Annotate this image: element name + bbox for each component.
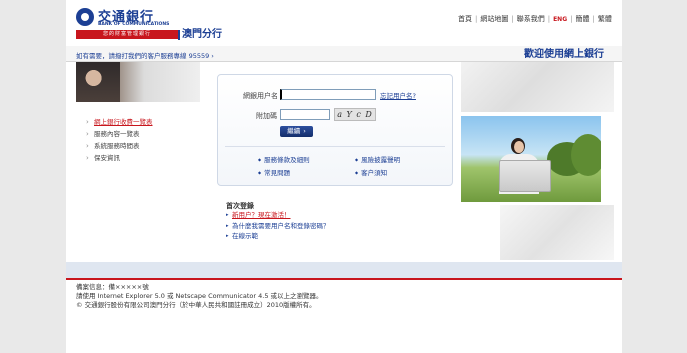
first-login-list: 新用户？現在激活！ 為什麼我需要用户名和登錄密碼？ 在線示範 — [226, 210, 330, 242]
nav-home[interactable]: 首頁 — [458, 15, 472, 23]
hotline-notice[interactable]: 如有需要，請撥打我們的客户服務專線 95559 › — [76, 50, 214, 60]
nav-separator: | — [547, 15, 551, 23]
why-password-link[interactable]: 為什麼我需要用户名和登錄密碼？ — [226, 221, 330, 232]
footer-band — [66, 262, 622, 280]
lang-simplified[interactable]: 簡體 — [575, 15, 589, 23]
panel-divider — [225, 146, 445, 147]
footer-copyright: © 交通銀行股份有限公司澳門分行（於中華人民共和國註冊成立）2010版權所有。 — [76, 301, 316, 309]
footer-browser-note: 請使用 Internet Explorer 5.0 或 Netscape Com… — [76, 292, 323, 300]
left-gutter — [0, 0, 66, 353]
lang-english[interactable]: ENG — [553, 16, 567, 23]
left-menu-services[interactable]: 服務內容一覽表 — [86, 128, 153, 140]
username-input[interactable] — [280, 89, 376, 100]
left-banner-image — [76, 62, 200, 102]
footer-text: 備案信息：備×××××號 請使用 Internet Explorer 5.0 或… — [76, 283, 323, 310]
nav-separator: | — [475, 15, 478, 23]
captcha-image: a Y c D — [334, 108, 376, 121]
top-navigation: 首頁 | 網站地圖 | 聯系我們 | ENG | 簡體 | 繁體 — [458, 14, 612, 24]
terms-link[interactable]: 服務條款及細則 — [258, 154, 310, 164]
person-face — [514, 141, 524, 153]
welcome-title: 歡迎使用網上銀行 — [524, 49, 604, 60]
footer-record: 備案信息：備×××××號 — [76, 283, 149, 291]
code-input[interactable] — [280, 109, 330, 120]
bank-emblem-icon — [76, 8, 94, 26]
activate-link[interactable]: 新用户？現在激活！ — [226, 210, 330, 221]
nav-separator: | — [511, 15, 514, 23]
nav-separator: | — [570, 15, 573, 23]
decorative-image-bottom — [500, 205, 614, 260]
tree-shape — [571, 134, 601, 176]
left-menu: 網上銀行收費一覽表 服務內容一覽表 系統服務時間表 保安資訊 — [86, 116, 153, 164]
username-label: 網銀用户名 — [243, 92, 278, 100]
online-demo-link[interactable]: 在線示範 — [226, 231, 330, 242]
branch-name: 澳門分行 — [182, 29, 222, 40]
forgot-username-link[interactable]: 忘記用户名? — [380, 90, 416, 100]
left-menu-security[interactable]: 保安資訊 — [86, 152, 153, 164]
continue-button[interactable]: 繼續 — [280, 126, 313, 137]
left-menu-schedule[interactable]: 系統服務時間表 — [86, 140, 153, 152]
nav-contact[interactable]: 聯系我們 — [517, 15, 545, 23]
code-label: 附加碼 — [256, 112, 277, 120]
laptop — [499, 160, 551, 192]
left-menu-fees[interactable]: 網上銀行收費一覽表 — [86, 116, 153, 128]
branch-divider — [178, 30, 180, 40]
nav-sitemap[interactable]: 網站地圖 — [480, 15, 508, 23]
right-gutter — [622, 0, 687, 353]
customer-notice-link[interactable]: 客户須知 — [355, 167, 387, 177]
bank-name-en: BANK OF COMMUNICATIONS — [98, 22, 170, 27]
faq-link[interactable]: 常見問題 — [258, 167, 290, 177]
lang-traditional[interactable]: 繁體 — [598, 15, 612, 23]
nav-separator: | — [592, 15, 595, 23]
woman-laptop-photo — [461, 116, 601, 202]
decorative-image-top — [461, 62, 614, 112]
bank-slogan: 您的財富管理銀行 — [76, 30, 178, 39]
risk-disclosure-link[interactable]: 風險披露聲明 — [355, 154, 400, 164]
